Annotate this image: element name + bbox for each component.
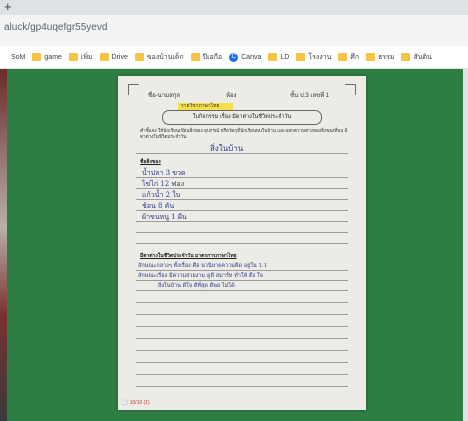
bookmark-label: ธรรม: [378, 53, 395, 61]
bookmark-som[interactable]: SoM: [8, 54, 25, 61]
folder-icon: [134, 53, 144, 61]
ruled-line: [136, 280, 348, 281]
folder-icon: [401, 53, 411, 61]
ruled-line: [136, 290, 348, 291]
bookmark-drive[interactable]: Drive: [99, 53, 128, 61]
worksheet-title: ใบกิจกรรม เรื่อง มีดาต่างในชีวิตประจำวัน: [162, 110, 322, 125]
handwritten-line: ลักษณะเรื่อง มีความสวยงาม ดูดี สมาร์ท ทำ…: [138, 273, 263, 279]
section-heading: ชื่อสิ่งของ: [140, 159, 161, 165]
worksheet-class-field: ชั้น ป.3 เลขที่ 1: [290, 93, 330, 99]
new-tab-icon[interactable]: +: [4, 0, 12, 13]
folder-icon: [338, 53, 348, 61]
ruled-line: [136, 210, 348, 211]
bookmark-label: Canva: [241, 53, 262, 61]
photo-timestamp: 🕑 10/10 (1): [122, 400, 150, 406]
bookmark-label: SoM: [11, 53, 26, 61]
bookmark-2[interactable]: เพิ่ม: [68, 52, 93, 63]
ruled-line: [136, 199, 348, 200]
bookmark-10[interactable]: ธรรม: [366, 52, 394, 63]
corner-ornament: [345, 84, 356, 95]
ruled-line: [136, 338, 348, 339]
handwritten-line: สิ่งในบ้าน ดีใจ ดีที่สุด ดีพอ ไม่ได้: [158, 283, 235, 289]
subject-highlight: รายวิชาภาษาไทย: [178, 103, 233, 110]
bookmark-label: ปีเอกือ: [202, 53, 223, 61]
bookmark-ld[interactable]: LD: [268, 53, 289, 61]
folder-icon: [190, 53, 200, 61]
ruled-line: [136, 232, 348, 233]
ruled-line: [136, 362, 348, 363]
canva-icon: C: [229, 52, 239, 62]
worksheet-room-field: ห้อง: [226, 93, 237, 99]
ruled-line: [136, 243, 348, 244]
bookmark-label: สันติน: [413, 53, 432, 61]
bookmark-label: โรงงาน: [308, 53, 332, 61]
handwritten-line: ลักษณะกลางๆ ทั้งเรื่อง คือ นวนิยายความคิ…: [138, 263, 268, 269]
tab-strip: +: [0, 0, 468, 15]
ruled-line: [136, 177, 348, 178]
worksheet-photo: ชื่อ-นามสกุล ห้อง ชั้น ป.3 เลขที่ 1 รายว…: [118, 76, 366, 410]
ruled-line: [136, 153, 348, 154]
ruled-line: [136, 188, 348, 189]
address-bar[interactable]: aluck/gp4uqefgr55yevd: [0, 15, 468, 46]
ruled-line: [136, 326, 348, 327]
bookmark-5[interactable]: ปีเอกือ: [190, 52, 223, 63]
section-heading: มีดาต่างในชีวิตประจำวัน มาตรการภาษาไทย: [140, 253, 237, 259]
bookmark-11[interactable]: สันติน: [401, 52, 432, 63]
bookmark-label: game: [44, 53, 62, 61]
bookmark-4[interactable]: ของบ้านเด็ก: [134, 52, 184, 63]
bookmark-canva[interactable]: C Canva: [229, 52, 262, 62]
ruled-line: [136, 386, 348, 387]
folder-icon: [268, 53, 278, 61]
bookmark-label: Drive: [111, 53, 128, 61]
bookmark-label: ศึก: [350, 53, 360, 61]
bookmark-game[interactable]: game: [32, 53, 62, 61]
side-photo-strip: [0, 69, 7, 421]
ruled-line: [136, 374, 348, 375]
ruled-line: [136, 314, 348, 315]
bookmark-9[interactable]: ศึก: [338, 52, 359, 63]
folder-icon: [296, 53, 306, 61]
worksheet-name-field: ชื่อ-นามสกุล: [148, 93, 181, 99]
bookmarks-bar: SoM game เพิ่ม Drive ของบ้านเด็ก ปีเอกือ…: [0, 46, 468, 69]
folder-icon: [32, 53, 42, 61]
folder-icon: [99, 53, 109, 61]
folder-icon: [68, 53, 78, 61]
folder-icon: [366, 53, 376, 61]
ruled-line: [136, 221, 348, 222]
ruled-line: [136, 302, 348, 303]
worksheet-instruction: คำชี้แจง ให้นักเรียนเขียนสิ่งของ อุปกรณ์…: [140, 128, 348, 139]
scrollbar-track[interactable]: [463, 69, 468, 421]
bookmark-8[interactable]: โรงงาน: [296, 52, 331, 63]
corner-ornament: [128, 84, 139, 95]
bookmark-label: เพิ่ม: [80, 53, 93, 61]
bookmark-label: ของบ้านเด็ก: [146, 53, 184, 61]
bookmark-label: LD: [280, 53, 290, 61]
ruled-line: [136, 270, 348, 271]
ruled-line: [136, 350, 348, 351]
url-text[interactable]: aluck/gp4uqefgr55yevd: [4, 22, 107, 33]
